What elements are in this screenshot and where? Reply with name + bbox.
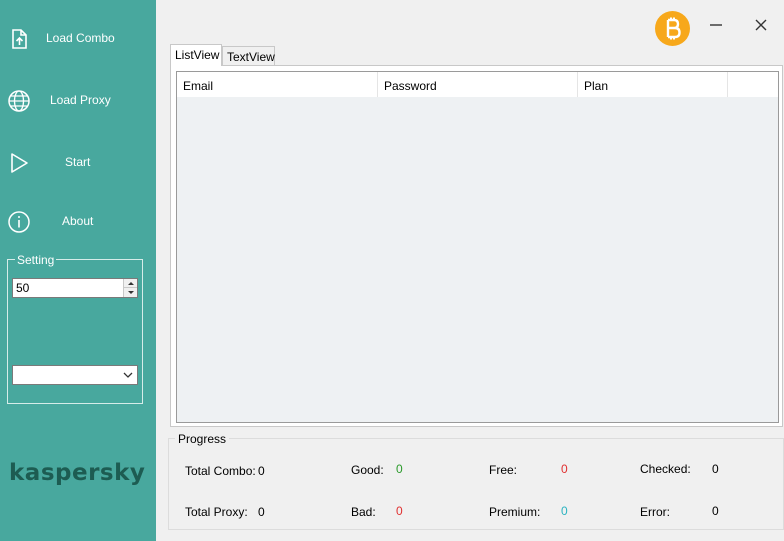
listview-header: Email Password Plan: [177, 72, 778, 97]
progress-title: Progress: [175, 432, 230, 446]
info-icon: [8, 211, 30, 233]
setting-dropdown[interactable]: [12, 365, 138, 385]
minimize-button[interactable]: [707, 16, 725, 34]
load-proxy-label: Load Proxy: [50, 93, 111, 107]
load-combo-button[interactable]: Load Combo: [0, 14, 156, 64]
arrow-down-icon: [127, 291, 134, 294]
upload-file-icon: [12, 29, 27, 49]
free-label: Free:: [489, 463, 518, 477]
load-combo-label: Load Combo: [46, 31, 115, 45]
error-label: Error:: [640, 505, 670, 519]
free-value: 0: [561, 462, 568, 476]
column-header-email[interactable]: Email: [177, 72, 378, 97]
start-button[interactable]: Start: [0, 138, 156, 188]
play-icon: [11, 153, 28, 173]
results-listview[interactable]: Email Password Plan: [176, 71, 779, 423]
minimize-icon: [710, 24, 722, 26]
total-combo-label: Total Combo:: [185, 464, 256, 478]
premium-label: Premium:: [489, 505, 541, 519]
progress-group: Progress Total Combo: 0 Total Proxy: 0 G…: [168, 432, 784, 530]
start-label: Start: [65, 155, 91, 169]
checked-label: Checked:: [640, 462, 691, 476]
threads-spin: [123, 279, 137, 297]
sidebar: Load Combo Load Proxy Start About Settin…: [0, 0, 156, 541]
bitcoin-button[interactable]: [655, 11, 690, 46]
setting-group: Setting 50: [7, 253, 143, 404]
good-label: Good:: [351, 463, 384, 477]
total-combo-value: 0: [258, 464, 265, 478]
bad-value: 0: [396, 504, 403, 518]
spin-up-button[interactable]: [124, 279, 137, 288]
spin-down-button[interactable]: [124, 288, 137, 297]
threads-stepper[interactable]: 50: [12, 278, 138, 298]
setting-title: Setting: [15, 253, 57, 267]
listview-tab-panel: Email Password Plan: [170, 65, 783, 427]
bitcoin-icon: [666, 17, 681, 40]
premium-value: 0: [561, 504, 568, 518]
globe-icon: [8, 90, 30, 112]
chevron-down-icon: [123, 372, 133, 378]
close-icon: [755, 19, 767, 31]
tab-listview[interactable]: ListView: [170, 44, 222, 66]
about-label: About: [62, 214, 94, 228]
good-value: 0: [396, 462, 403, 476]
close-button[interactable]: [752, 16, 770, 34]
bad-label: Bad:: [351, 505, 376, 519]
load-proxy-button[interactable]: Load Proxy: [0, 76, 156, 126]
tab-textview[interactable]: TextView: [222, 46, 275, 66]
about-button[interactable]: About: [0, 197, 156, 247]
total-proxy-label: Total Proxy:: [185, 505, 248, 519]
column-header-plan[interactable]: Plan: [578, 72, 728, 97]
checked-value: 0: [712, 462, 719, 476]
column-header-password[interactable]: Password: [378, 72, 578, 97]
column-header-extra[interactable]: [728, 72, 778, 97]
total-proxy-value: 0: [258, 505, 265, 519]
threads-value: 50: [16, 281, 30, 295]
error-value: 0: [712, 504, 719, 518]
kaspersky-logo: kaspersky: [9, 460, 146, 486]
arrow-up-icon: [127, 281, 134, 285]
